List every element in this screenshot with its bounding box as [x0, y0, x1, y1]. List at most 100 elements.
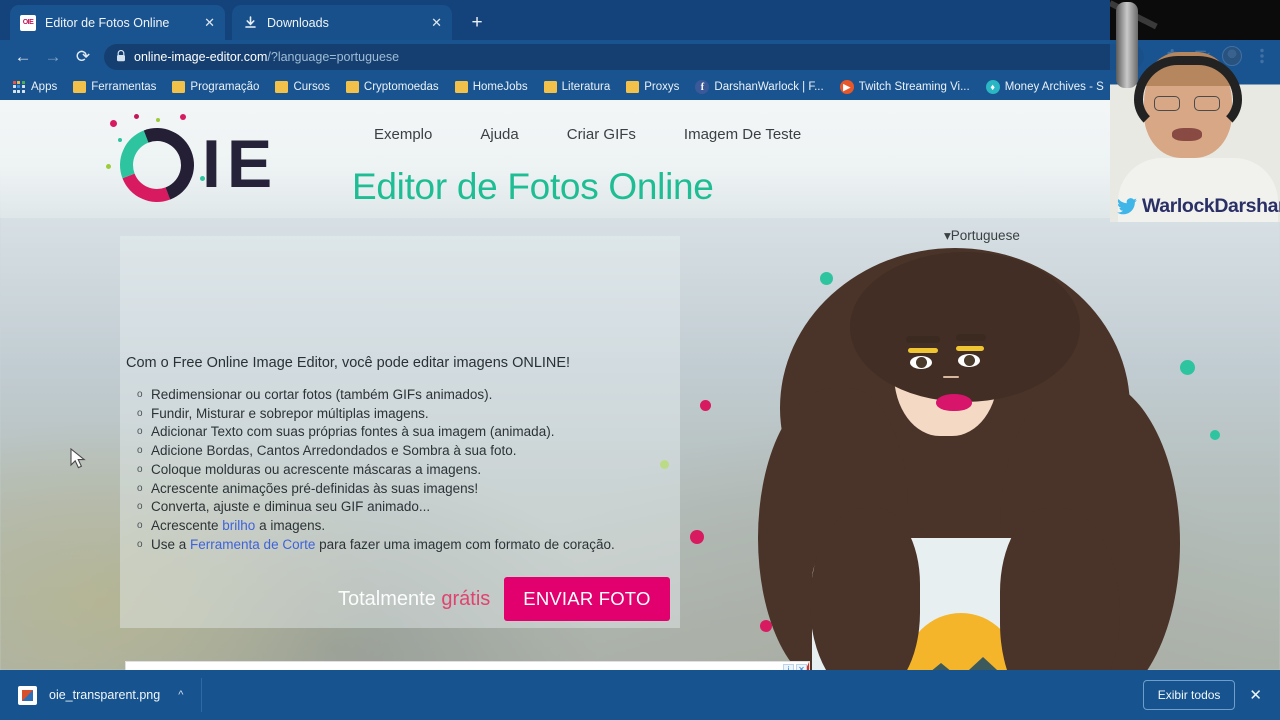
download-item[interactable]: oie_transparent.png ^ — [0, 685, 183, 705]
address-bar[interactable]: online-image-editor.com/?language=portug… — [104, 44, 1144, 70]
twitter-bird-icon — [1116, 197, 1138, 216]
link-brilho[interactable]: brilho — [222, 518, 255, 533]
nav-link-ajuda[interactable]: Ajuda — [456, 126, 542, 143]
download-shelf: oie_transparent.png ^ Exibir todos ✕ — [0, 670, 1280, 720]
ad-brand-panel: AliExpress TUDO O QUE VOCÊ PROCURA — [789, 662, 809, 670]
tab-title: Downloads — [267, 15, 329, 30]
back-button[interactable]: ← — [8, 43, 38, 71]
list-item: Acrescente animações pré-definidas às su… — [137, 480, 615, 499]
bookmark-programacao[interactable]: Programação — [165, 79, 266, 95]
reload-button[interactable]: ⟳ — [68, 43, 98, 71]
facebook-icon: f — [695, 80, 710, 94]
ad-product-panel: Smartwatch XiaoMi Band 5 US$ 9.90 US$ 56… — [604, 662, 809, 670]
webcam-overlay: WarlockDarshan — [1110, 0, 1280, 222]
list-item: Adicione Bordas, Cantos Arredondados e S… — [137, 442, 615, 461]
url-domain: online-image-editor.com — [134, 50, 268, 64]
feature-list: Redimensionar ou cortar fotos (também GI… — [137, 386, 615, 554]
oie-favicon: OIE — [20, 14, 36, 31]
money-site-icon: ♦ — [985, 80, 1000, 94]
tab-close-icon[interactable]: ✕ — [192, 16, 215, 29]
bookmark-label: Apps — [31, 81, 58, 93]
nav-link-exemplo[interactable]: Exemplo — [350, 126, 456, 143]
tab-close-icon[interactable]: ✕ — [419, 16, 442, 29]
bookmark-label: Ferramentas — [91, 81, 157, 93]
url-text: online-image-editor.com/?language=portug… — [134, 50, 399, 64]
folder-icon — [626, 81, 640, 93]
bookmark-cryptomoedas[interactable]: Cryptomoedas — [339, 79, 446, 95]
cta-prefix: Totalmente — [338, 587, 442, 610]
show-all-downloads-button[interactable]: Exibir todos — [1142, 680, 1236, 710]
divider — [201, 678, 203, 712]
logo-ring-icon — [108, 116, 206, 214]
bookmark-label: Proxys — [644, 81, 680, 93]
cta-row: Totalmente grátis ENVIAR FOTO — [338, 577, 670, 621]
download-icon — [242, 15, 258, 31]
list-item: Fundir, Misturar e sobrepor múltiplas im… — [137, 405, 615, 424]
bookmark-money-archives[interactable]: ♦ Money Archives - S — [979, 78, 1111, 96]
download-file-name: oie_transparent.png — [49, 688, 161, 702]
screen: IE Exemplo Ajuda Criar GIFs Imagem De Te… — [0, 0, 1280, 720]
tab-strip: OIE Editor de Fotos Online ✕ Downloads ✕… — [0, 0, 1280, 40]
bookmark-darshanwarlock[interactable]: f DarshanWarlock | F... — [688, 78, 830, 96]
list-item-text: para fazer uma imagem com formato de cor… — [315, 536, 615, 552]
site-nav: Exemplo Ajuda Criar GIFs Imagem De Teste — [350, 126, 825, 143]
tab-editor-de-fotos-online[interactable]: OIE Editor de Fotos Online ✕ — [10, 5, 225, 40]
folder-icon — [73, 81, 87, 93]
bookmark-label: Money Archives - S — [1004, 81, 1104, 93]
headphones — [1134, 56, 1242, 132]
page-title: Editor de Fotos Online — [352, 166, 714, 207]
list-item-text: Use a — [151, 536, 191, 552]
lock-icon — [116, 49, 126, 65]
upload-photo-button[interactable]: ENVIAR FOTO — [504, 577, 670, 621]
download-shelf-actions: Exibir todos ✕ — [1142, 680, 1280, 710]
site-logo[interactable]: IE — [104, 112, 324, 214]
advertisement-banner[interactable]: SUPER OFERTAS AliExpress NOVAS OFERTAS T… — [125, 661, 810, 670]
bookmark-cursos[interactable]: Cursos — [268, 79, 336, 95]
link-ferramenta-de-corte[interactable]: Ferramenta de Corte — [190, 537, 315, 552]
bookmark-label: Programação — [190, 81, 260, 93]
nav-link-criar-gifs[interactable]: Criar GIFs — [543, 126, 660, 143]
hero-illustration — [700, 208, 1220, 670]
bookmark-label: DarshanWarlock | F... — [714, 81, 824, 93]
bookmark-label: HomeJobs — [472, 81, 528, 93]
list-item: Acrescente brilho a imagens. — [137, 517, 615, 536]
bookmark-twitch-streaming[interactable]: ▶ Twitch Streaming Vi... — [833, 78, 977, 96]
list-item: Redimensionar ou cortar fotos (também GI… — [137, 386, 615, 405]
microphone — [1116, 2, 1138, 88]
logo-text: IE — [202, 126, 279, 202]
list-item: Use a Ferramenta de Corte para fazer uma… — [137, 536, 615, 555]
intro-text: Com o Free Online Image Editor, você pod… — [126, 355, 571, 371]
list-item: Coloque molduras ou acrescente máscaras … — [137, 461, 615, 480]
bookmark-homejobs[interactable]: HomeJobs — [448, 79, 535, 95]
download-menu-caret-icon[interactable]: ^ — [172, 689, 183, 701]
twitch-icon: ▶ — [839, 80, 854, 94]
mouse-cursor — [70, 448, 86, 469]
bookmark-label: Literatura — [561, 81, 611, 93]
bookmark-label: Cryptomoedas — [363, 81, 439, 93]
navigation-bar: ← → ⟳ online-image-editor.com/?language=… — [0, 40, 1280, 74]
apps-grid-icon — [13, 81, 26, 93]
ad-left-panel: SUPER OFERTAS AliExpress NOVAS OFERTAS T… — [126, 662, 604, 670]
streamer-name: WarlockDarshan — [1142, 195, 1280, 217]
tab-title: Editor de Fotos Online — [45, 15, 170, 30]
web-page: IE Exemplo Ajuda Criar GIFs Imagem De Te… — [0, 100, 1280, 670]
bookmark-label: Cursos — [293, 81, 330, 93]
bookmark-ferramentas[interactable]: Ferramentas — [66, 79, 163, 95]
folder-icon — [275, 81, 289, 93]
list-item: Adicionar Texto com suas próprias fontes… — [137, 423, 615, 442]
bookmark-apps[interactable]: Apps — [6, 79, 64, 95]
folder-icon — [172, 81, 186, 93]
nav-link-imagem-de-teste[interactable]: Imagem De Teste — [660, 126, 825, 143]
bookmarks-bar: Apps Ferramentas Programação Cursos Cryp… — [0, 74, 1280, 100]
browser-chrome: OIE Editor de Fotos Online ✕ Downloads ✕… — [0, 0, 1280, 100]
close-shelf-icon[interactable]: ✕ — [1245, 686, 1266, 704]
bookmark-literatura[interactable]: Literatura — [537, 79, 618, 95]
list-item-text: Acrescente — [151, 517, 223, 533]
new-tab-button[interactable]: + — [463, 10, 491, 36]
url-path: /?language=portuguese — [267, 50, 400, 64]
bookmark-proxys[interactable]: Proxys — [619, 79, 686, 95]
forward-button[interactable]: → — [38, 43, 68, 71]
list-item: Converta, ajuste e diminua seu GIF anima… — [137, 498, 615, 517]
folder-icon — [345, 81, 359, 93]
tab-downloads[interactable]: Downloads ✕ — [232, 5, 452, 40]
